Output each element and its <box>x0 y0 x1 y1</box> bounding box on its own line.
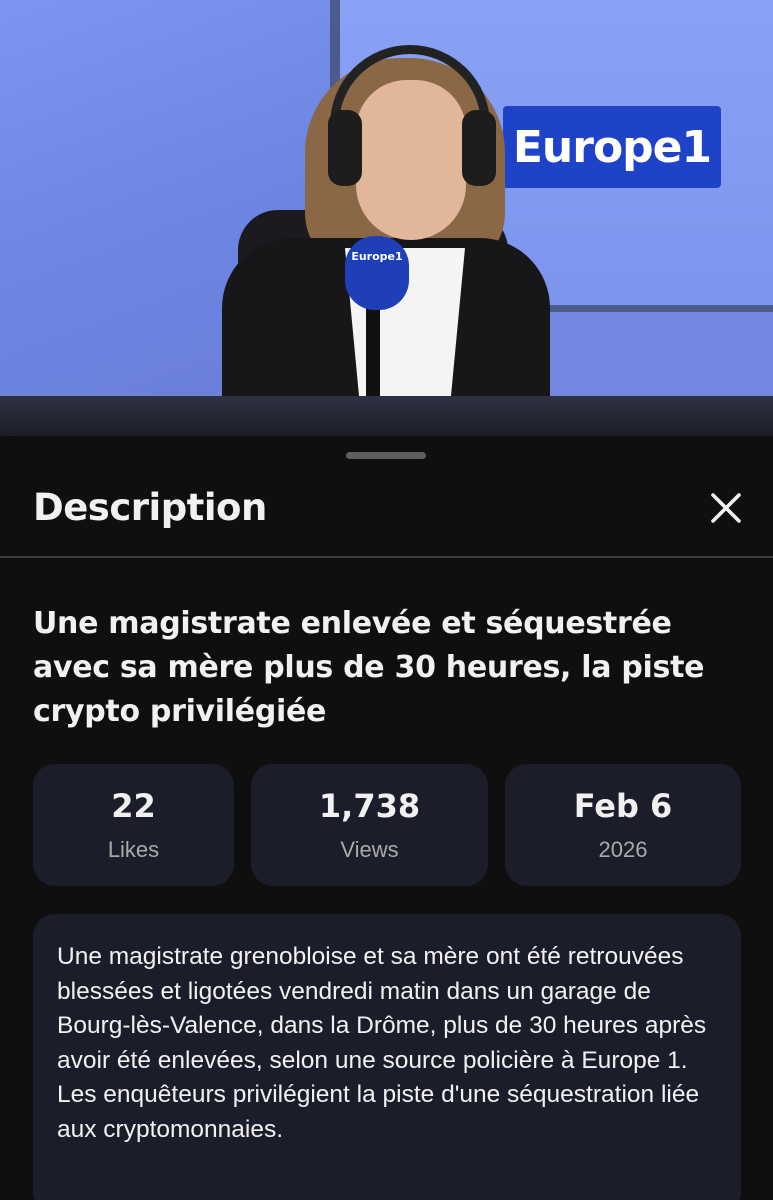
close-icon <box>711 493 741 523</box>
headphone-earcup-right <box>462 110 496 186</box>
video-title: Une magistrate enlevée et séquestrée ave… <box>33 606 705 729</box>
video-player[interactable]: Europe1 Europe1 <box>0 0 773 436</box>
description-box[interactable]: Une magistrate grenobloise et sa mère on… <box>33 914 741 1200</box>
likes-label: Likes <box>107 837 160 862</box>
headphone-earcup-left <box>328 110 362 186</box>
drag-handle[interactable] <box>346 452 426 459</box>
studio-desk <box>0 396 773 436</box>
europe1-logo: Europe1 <box>503 106 721 188</box>
description-sheet: Description Une magistrate enlevée et sé… <box>0 436 773 1200</box>
views-stat: 1,738 Views <box>251 764 488 886</box>
close-button[interactable] <box>704 486 748 530</box>
sheet-title: Description <box>33 486 267 529</box>
views-count: 1,738 <box>318 787 421 825</box>
views-label: Views <box>340 837 399 862</box>
likes-count: 22 <box>111 787 156 825</box>
description-text: Une magistrate grenobloise et sa mère on… <box>57 943 707 1143</box>
header-divider <box>0 556 773 558</box>
likes-stat: 22 Likes <box>33 764 234 886</box>
publish-year: 2026 <box>598 837 648 862</box>
publish-date-stat: Feb 6 2026 <box>505 764 741 886</box>
microphone-icon: Europe1 <box>345 236 409 310</box>
publish-date: Feb 6 <box>573 787 673 825</box>
